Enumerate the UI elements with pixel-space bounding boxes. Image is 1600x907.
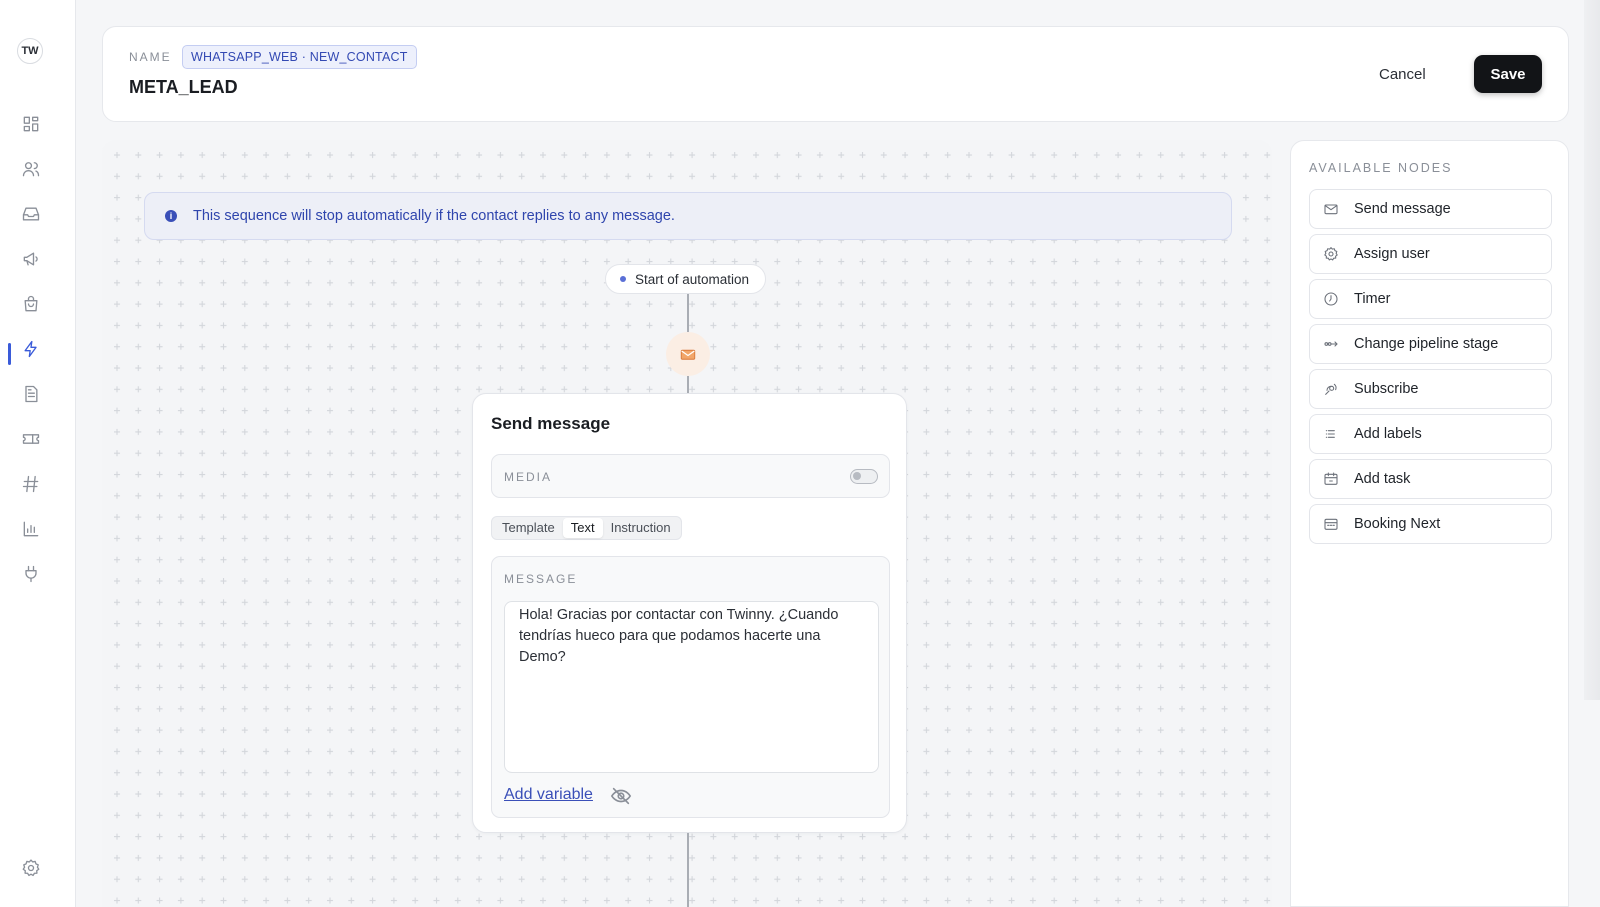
node-item-label: Add task bbox=[1354, 471, 1411, 487]
node-item-label: Send message bbox=[1354, 201, 1451, 217]
tickets-icon[interactable] bbox=[18, 426, 44, 452]
node-item-label: Change pipeline stage bbox=[1354, 336, 1499, 352]
integrations-icon[interactable] bbox=[18, 561, 44, 587]
start-label: Start of automation bbox=[635, 271, 750, 287]
node-item-subscribe[interactable]: Subscribe bbox=[1309, 369, 1552, 409]
connector-line bbox=[687, 294, 689, 332]
automation-header: NAME WHATSAPP_WEB · NEW_CONTACT META_LEA… bbox=[102, 26, 1569, 122]
tab-text[interactable]: Text bbox=[562, 518, 603, 538]
documents-icon[interactable] bbox=[18, 381, 44, 407]
node-item-change-pipeline-stage[interactable]: Change pipeline stage bbox=[1309, 324, 1552, 364]
add-variable-link[interactable]: Add variable bbox=[504, 786, 593, 804]
node-item-label: Add labels bbox=[1354, 426, 1422, 442]
node-item-send-message[interactable]: Send message bbox=[1309, 189, 1552, 229]
cancel-button[interactable]: Cancel bbox=[1365, 55, 1440, 93]
node-title: Send message bbox=[491, 414, 611, 433]
page-scrollbar[interactable] bbox=[1584, 0, 1600, 700]
inbox-icon[interactable] bbox=[18, 201, 44, 227]
automations-icon[interactable] bbox=[18, 336, 44, 362]
task-icon bbox=[1322, 470, 1340, 488]
campaigns-icon[interactable] bbox=[18, 246, 44, 272]
media-label: MEDIA bbox=[504, 470, 553, 484]
connector-line bbox=[687, 833, 689, 907]
node-item-label: Booking Next bbox=[1354, 516, 1441, 532]
dashboard-icon[interactable] bbox=[18, 111, 44, 137]
trigger-badge: WHATSAPP_WEB · NEW_CONTACT bbox=[182, 45, 417, 69]
media-toggle[interactable] bbox=[850, 469, 878, 484]
info-banner: i This sequence will stop automatically … bbox=[144, 192, 1232, 240]
info-icon: i bbox=[165, 210, 177, 222]
message-textarea[interactable]: Hola! Gracias por contactar con Twinny. … bbox=[504, 601, 879, 773]
start-dot-icon bbox=[620, 276, 626, 282]
media-section: MEDIA bbox=[491, 454, 890, 498]
info-text: This sequence will stop automatically if… bbox=[193, 208, 675, 224]
settings-icon[interactable] bbox=[18, 855, 44, 881]
mail-icon bbox=[1322, 200, 1340, 218]
node-item-add-task[interactable]: Add task bbox=[1309, 459, 1552, 499]
flow-canvas[interactable]: i This sequence will stop automatically … bbox=[102, 140, 1272, 907]
send-message-node[interactable]: Send message MEDIA Template Text Instruc… bbox=[472, 393, 907, 833]
available-nodes-panel: AVAILABLE NODES Send message Assign user… bbox=[1290, 140, 1569, 907]
node-item-assign-user[interactable]: Assign user bbox=[1309, 234, 1552, 274]
start-of-automation-node[interactable]: Start of automation bbox=[605, 264, 767, 294]
node-item-label: Timer bbox=[1354, 291, 1391, 307]
mail-icon bbox=[680, 349, 696, 360]
node-item-booking-next[interactable]: Booking Next bbox=[1309, 504, 1552, 544]
tab-template[interactable]: Template bbox=[494, 518, 563, 538]
reports-icon[interactable] bbox=[18, 516, 44, 542]
message-label: MESSAGE bbox=[504, 572, 578, 586]
user-avatar[interactable]: TW bbox=[17, 38, 43, 64]
eye-off-icon[interactable] bbox=[610, 785, 632, 807]
contacts-icon[interactable] bbox=[18, 156, 44, 182]
left-sidebar: TW bbox=[0, 0, 76, 907]
pipeline-icon bbox=[1322, 335, 1340, 353]
clock-icon bbox=[1322, 290, 1340, 308]
orders-icon[interactable] bbox=[18, 291, 44, 317]
node-item-timer[interactable]: Timer bbox=[1309, 279, 1552, 319]
tab-instruction[interactable]: Instruction bbox=[603, 518, 679, 538]
node-item-add-labels[interactable]: Add labels bbox=[1309, 414, 1552, 454]
gear-icon bbox=[1322, 245, 1340, 263]
connector-line bbox=[687, 376, 689, 393]
node-item-label: Subscribe bbox=[1354, 381, 1419, 397]
channels-icon[interactable] bbox=[18, 471, 44, 497]
node-item-label: Assign user bbox=[1354, 246, 1430, 262]
message-section: MESSAGE Hola! Gracias por contactar con … bbox=[491, 556, 890, 818]
labels-icon bbox=[1322, 425, 1340, 443]
calendar-icon bbox=[1322, 515, 1340, 533]
message-type-tabs: Template Text Instruction bbox=[491, 516, 682, 540]
panel-title: AVAILABLE NODES bbox=[1309, 161, 1453, 175]
send-message-node-icon bbox=[666, 332, 710, 376]
subscribe-icon bbox=[1322, 380, 1340, 398]
automation-title[interactable]: META_LEAD bbox=[129, 77, 238, 98]
active-nav-indicator bbox=[8, 343, 11, 365]
save-button[interactable]: Save bbox=[1474, 55, 1542, 93]
name-label: NAME bbox=[129, 50, 172, 64]
